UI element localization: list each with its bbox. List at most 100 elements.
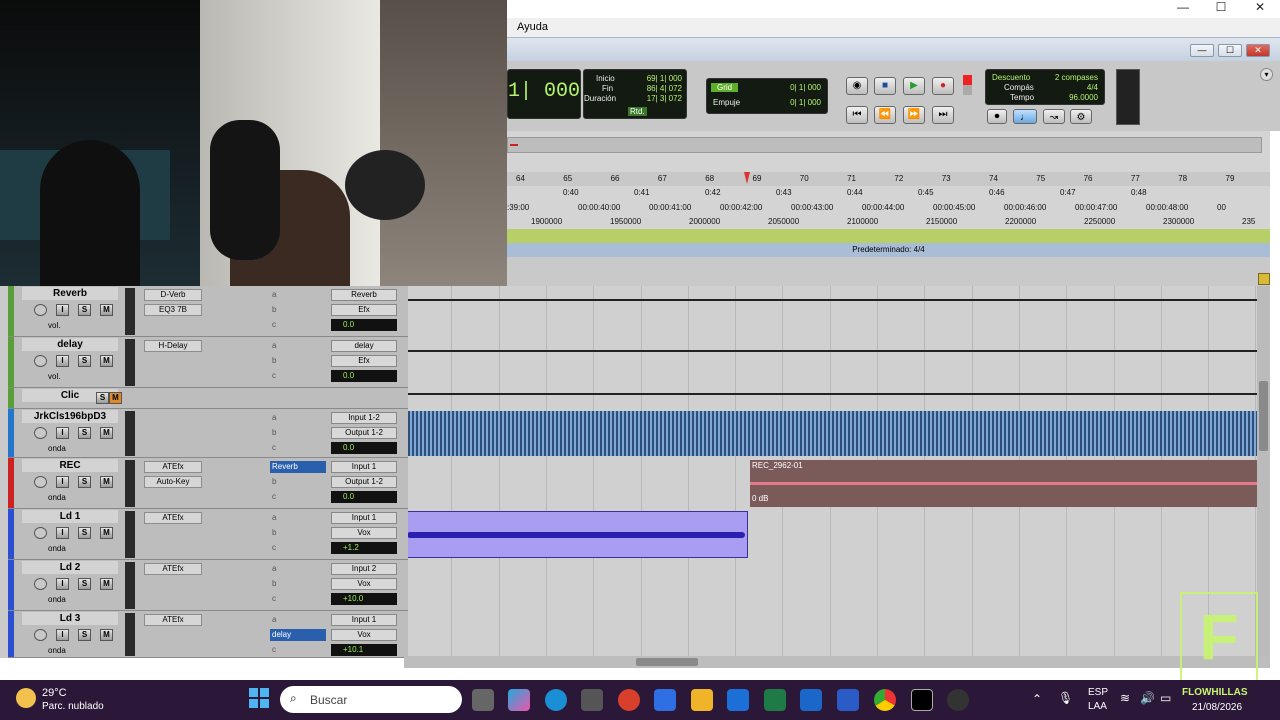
microphone-icon[interactable]: 🎙 xyxy=(1058,691,1073,705)
send-slot[interactable]: b xyxy=(270,355,326,367)
tempo-ruler[interactable] xyxy=(507,229,1270,243)
send-slot[interactable]: b xyxy=(270,304,326,316)
io-selector[interactable]: Input 1-2 xyxy=(331,412,397,424)
volume-readout[interactable]: 0.0 xyxy=(331,442,397,454)
track-reverb[interactable]: Reverb I S Mvol. D-Verb EQ3 7B a b c Reverb Efx 0.0 xyxy=(8,286,408,337)
inner-minimize-button[interactable]: — xyxy=(1190,44,1214,57)
insert-slot[interactable]: Auto-Key xyxy=(144,476,202,488)
file-explorer-icon[interactable] xyxy=(691,689,713,711)
app-icon[interactable] xyxy=(581,689,603,711)
io-selector[interactable]: Vox xyxy=(331,527,397,539)
mute-button[interactable]: M xyxy=(100,629,113,641)
view-mode-selector[interactable]: onda xyxy=(48,646,66,655)
meter-ruler[interactable]: Predeterminado: 4/4 xyxy=(507,243,1270,257)
vscode-icon[interactable] xyxy=(654,689,676,711)
pdf-icon[interactable] xyxy=(618,689,640,711)
solo-button[interactable]: S xyxy=(78,476,91,488)
send-slot[interactable]: b xyxy=(270,578,326,590)
solo-button[interactable]: S xyxy=(78,527,91,539)
io-selector[interactable]: Output 1-2 xyxy=(331,476,397,488)
nudge-value[interactable]: 0| 1| 000 xyxy=(790,98,821,107)
clock-date[interactable]: 21/08/2026 xyxy=(1192,702,1242,713)
outlook-icon[interactable] xyxy=(800,689,822,711)
battery-icon[interactable]: ▭ xyxy=(1160,691,1171,705)
timecode-ruler[interactable]: :39:00 00:00:40:00 00:00:41:00 00:00:42:00 0… xyxy=(507,201,1270,215)
track-lane[interactable] xyxy=(404,409,1257,458)
view-mode-selector[interactable]: onda xyxy=(48,444,66,453)
volume-readout[interactable]: 0.0 xyxy=(331,319,397,331)
vertical-scrollbar[interactable] xyxy=(1257,286,1270,656)
zoom-preset-icon[interactable] xyxy=(1258,273,1270,285)
weather-temp[interactable]: 29°C xyxy=(42,687,67,699)
rewind-button[interactable]: ⏪ xyxy=(874,106,896,124)
track-lane[interactable] xyxy=(404,560,1257,611)
send-slot[interactable]: Reverb xyxy=(270,461,326,473)
countoff-toggle[interactable]: Descuento xyxy=(992,73,1030,82)
io-selector[interactable]: Input 1 xyxy=(331,512,397,524)
track-name[interactable]: Ld 3 xyxy=(22,612,118,625)
audio-clip[interactable] xyxy=(404,411,1257,456)
track-name[interactable]: Ld 2 xyxy=(22,561,118,574)
volume-readout[interactable]: +10.1 xyxy=(331,644,397,656)
record-button[interactable]: ● xyxy=(932,77,954,95)
io-selector[interactable]: Input 1 xyxy=(331,614,397,626)
send-slot[interactable]: a xyxy=(270,289,326,301)
track-clic[interactable]: Clic S M xyxy=(8,388,408,409)
inner-close-button[interactable]: ✕ xyxy=(1246,44,1270,57)
mute-button[interactable]: M xyxy=(100,578,113,590)
send-slot[interactable]: a xyxy=(270,340,326,352)
insert-slot[interactable]: ATEfx xyxy=(144,461,202,473)
record-arm-button[interactable] xyxy=(34,629,47,641)
send-slot[interactable]: b xyxy=(270,427,326,439)
track-name[interactable]: delay xyxy=(22,338,118,351)
go-to-end-button[interactable]: ⏭ xyxy=(932,106,954,124)
wait-for-note-button[interactable]: ⏺ xyxy=(987,109,1007,124)
return-to-zero-button[interactable]: ⏮ xyxy=(846,106,868,124)
view-mode-selector[interactable]: vol. xyxy=(48,321,60,330)
nudge-mode-button[interactable]: Empuje xyxy=(713,98,740,107)
send-slot[interactable]: c xyxy=(270,491,326,503)
search-box[interactable]: ⌕ Buscar xyxy=(280,686,462,713)
marker-ruler[interactable] xyxy=(507,137,1262,153)
main-counter[interactable]: 1| 000 xyxy=(507,69,581,119)
chrome-icon[interactable] xyxy=(874,689,896,711)
volume-icon[interactable]: 🔊 xyxy=(1140,691,1155,705)
record-arm-button[interactable] xyxy=(34,427,47,439)
send-slot[interactable]: c xyxy=(270,542,326,554)
io-selector[interactable]: Vox xyxy=(331,578,397,590)
send-slot[interactable]: b xyxy=(270,527,326,539)
track-lane[interactable] xyxy=(404,337,1257,388)
mute-button[interactable]: M xyxy=(100,527,113,539)
view-mode-selector[interactable]: onda xyxy=(48,595,66,604)
input-monitor-button[interactable]: I xyxy=(56,527,69,539)
send-slot[interactable]: b xyxy=(270,476,326,488)
mute-button[interactable]: M xyxy=(100,427,113,439)
input-monitor-button[interactable]: I xyxy=(56,578,69,590)
solo-button[interactable]: S xyxy=(78,355,91,367)
mute-button[interactable]: M xyxy=(109,392,122,404)
send-slot[interactable]: a xyxy=(270,563,326,575)
io-selector[interactable]: Reverb xyxy=(331,289,397,301)
solo-button[interactable]: S xyxy=(78,578,91,590)
weather-icon[interactable] xyxy=(16,688,36,708)
word-icon[interactable] xyxy=(837,689,859,711)
send-slot[interactable]: c xyxy=(270,442,326,454)
store-icon[interactable] xyxy=(727,689,749,711)
timeline-rulers[interactable]: 64 65 66 67 68 69 70 71 72 73 74 75 76 77 78 79 0:40 0:4… xyxy=(507,131,1270,229)
input-monitor-button[interactable]: I xyxy=(56,476,69,488)
task-view-icon[interactable] xyxy=(472,689,494,711)
protools-icon[interactable] xyxy=(947,689,969,711)
input-monitor-button[interactable]: I xyxy=(56,427,69,439)
track-lane[interactable] xyxy=(404,286,1257,337)
mute-button[interactable]: M xyxy=(100,304,113,316)
meter-value[interactable]: 4/4 xyxy=(1087,83,1098,92)
view-mode-selector[interactable]: onda xyxy=(48,544,66,553)
insert-slot[interactable]: ATEfx xyxy=(144,512,202,524)
io-selector[interactable]: delay xyxy=(331,340,397,352)
io-selector[interactable]: Efx xyxy=(331,304,397,316)
start-button[interactable] xyxy=(249,688,269,708)
io-selector[interactable]: Output 1-2 xyxy=(331,427,397,439)
send-slot[interactable]: c xyxy=(270,370,326,382)
excel-icon[interactable] xyxy=(764,689,786,711)
insert-slot[interactable]: EQ3 7B xyxy=(144,304,202,316)
